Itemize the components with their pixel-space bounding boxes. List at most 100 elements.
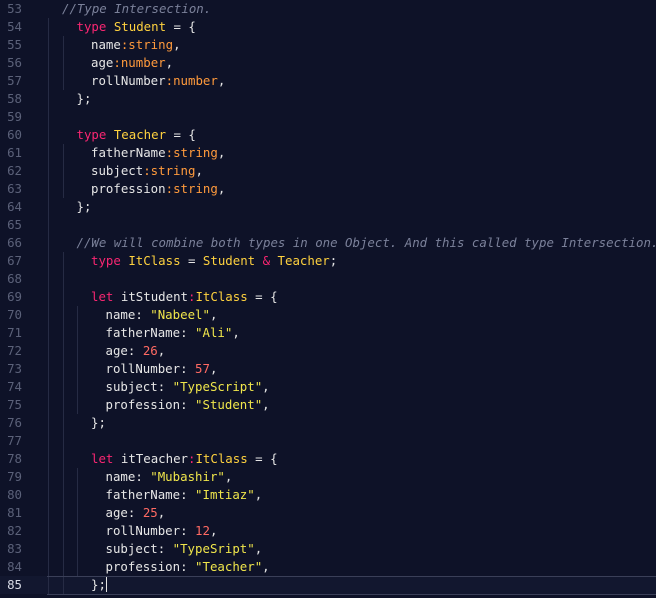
token-punct: , (254, 541, 263, 556)
code-editor[interactable]: 53 //Type Intersection. 54 type Student = {… (0, 0, 656, 598)
indent-guide (62, 54, 64, 72)
token-punct: , (262, 379, 270, 394)
code-line[interactable]: 79 name: "Mubashir", (0, 468, 656, 486)
code-text: //We will combine both types in one Obje… (77, 234, 656, 252)
indent-guide (77, 468, 78, 486)
code-line[interactable]: 85}; (0, 576, 656, 595)
code-line[interactable]: 72 age: 26, (0, 342, 656, 360)
line-number: 53 (7, 1, 22, 16)
code-line[interactable]: 59 (0, 108, 656, 126)
indent-guide (48, 54, 49, 72)
token-punct: : (180, 397, 196, 412)
code-text: subject: "TypeScript", (106, 378, 270, 396)
code-line[interactable]: 75 profession: "Student", (0, 396, 656, 414)
token-ptype: :string (165, 181, 218, 196)
code-text: name:string, (91, 36, 181, 54)
token-punct: : (135, 469, 151, 484)
code-line[interactable]: 73 rollNumber: 57, (0, 360, 656, 378)
code-line[interactable]: 56 age:number, (0, 54, 656, 72)
indent-guide (48, 18, 49, 36)
token-punct: , (217, 73, 226, 88)
token-prop: age (105, 505, 128, 520)
code-line[interactable]: 62 subject:string, (0, 162, 656, 180)
code-line[interactable]: 53 //Type Intersection. (0, 0, 656, 18)
code-line[interactable]: 54 type Student = { (0, 18, 656, 36)
token-prop: rollNumber (91, 73, 166, 88)
token-number: 57 (195, 361, 210, 376)
indent-guide (48, 360, 49, 378)
code-line[interactable]: 83 subject: "TypeSript", (0, 540, 656, 558)
indent-guide (48, 198, 49, 216)
indent-guide (48, 252, 49, 270)
code-line[interactable]: 70 name: "Nabeel", (0, 306, 656, 324)
indent-guide (48, 324, 49, 342)
token-prop: age (105, 343, 128, 358)
code-line[interactable]: 55 name:string, (0, 36, 656, 54)
code-line[interactable]: 81 age: 25, (0, 504, 656, 522)
token-ptype: :string (165, 145, 218, 160)
code-line[interactable]: 61 fatherName:string, (0, 144, 656, 162)
token-punct: : (157, 379, 173, 394)
code-line[interactable]: 67 type ItClass = Student & Teacher; (0, 252, 656, 270)
code-text: }; (91, 576, 107, 594)
code-line[interactable]: 68 (0, 270, 656, 288)
code-line[interactable]: 80 fatherName: "Imtiaz", (0, 486, 656, 504)
line-number: 79 (7, 469, 22, 484)
code-text: //Type Intersection. (62, 0, 211, 18)
indent-guide (77, 540, 78, 558)
token-number: 26 (142, 343, 158, 358)
indent-guide (77, 522, 78, 540)
indent-guide (48, 288, 49, 306)
token-ident: itStudent (120, 289, 188, 304)
code-text: }; (77, 198, 92, 216)
code-line[interactable]: 77 (0, 432, 656, 450)
indent-guide (77, 306, 78, 324)
token-comment: //Type Intersection. (62, 1, 212, 16)
code-line[interactable]: 69 let itStudent:ItClass = { (0, 288, 656, 306)
code-line[interactable]: 65 (0, 216, 656, 234)
code-text: subject: "TypeSript", (106, 540, 263, 558)
code-line[interactable]: 71 fatherName: "Ali", (0, 324, 656, 342)
token-punct (255, 253, 262, 268)
code-line[interactable]: 82 rollNumber: 12, (0, 522, 656, 540)
token-type: Teacher (277, 253, 330, 268)
indent-guide (77, 342, 78, 360)
code-text: rollNumber: 12, (106, 522, 218, 540)
token-punct: : (180, 523, 196, 538)
line-number: 78 (7, 451, 22, 466)
token-string: "Nabeel" (150, 307, 210, 322)
code-text: fatherName: "Ali", (106, 324, 240, 342)
code-line[interactable]: 78 let itTeacher:ItClass = { (0, 450, 656, 468)
code-line[interactable]: 74 subject: "TypeScript", (0, 378, 656, 396)
token-punct: = (180, 253, 203, 268)
token-type: ItClass (195, 289, 248, 304)
code-line[interactable]: 57 rollNumber:number, (0, 72, 656, 90)
token-prop: fatherName (105, 487, 181, 502)
code-text: rollNumber:number, (91, 72, 225, 90)
line-number: 57 (7, 73, 22, 88)
token-type: Teacher (113, 127, 167, 142)
indent-guide (62, 360, 64, 378)
line-number: 66 (7, 235, 22, 250)
code-line[interactable]: 58}; (0, 90, 656, 108)
token-punct: , (254, 487, 263, 502)
indent-guide (62, 540, 64, 558)
token-punct: , (217, 145, 226, 160)
code-line[interactable]: 60 type Teacher = { (0, 126, 656, 144)
indent-guide (62, 162, 64, 180)
code-line[interactable]: 84 profession: "Teacher", (0, 558, 656, 576)
code-line[interactable]: 76}; (0, 414, 656, 432)
code-text: age: 26, (106, 342, 166, 360)
code-line[interactable]: 64}; (0, 198, 656, 216)
indent-guide (62, 414, 64, 432)
indent-guide (48, 270, 49, 288)
token-prop: name (91, 37, 121, 52)
code-line[interactable]: 66 //We will combine both types in one Ob… (0, 234, 656, 252)
indent-guide (48, 450, 49, 468)
line-number: 56 (7, 55, 22, 70)
token-keyword: type (76, 127, 107, 142)
code-line[interactable]: 63 profession:string, (0, 180, 656, 198)
line-number: 77 (7, 433, 22, 448)
token-punct: = { (166, 127, 196, 142)
token-type: Student (113, 19, 167, 34)
